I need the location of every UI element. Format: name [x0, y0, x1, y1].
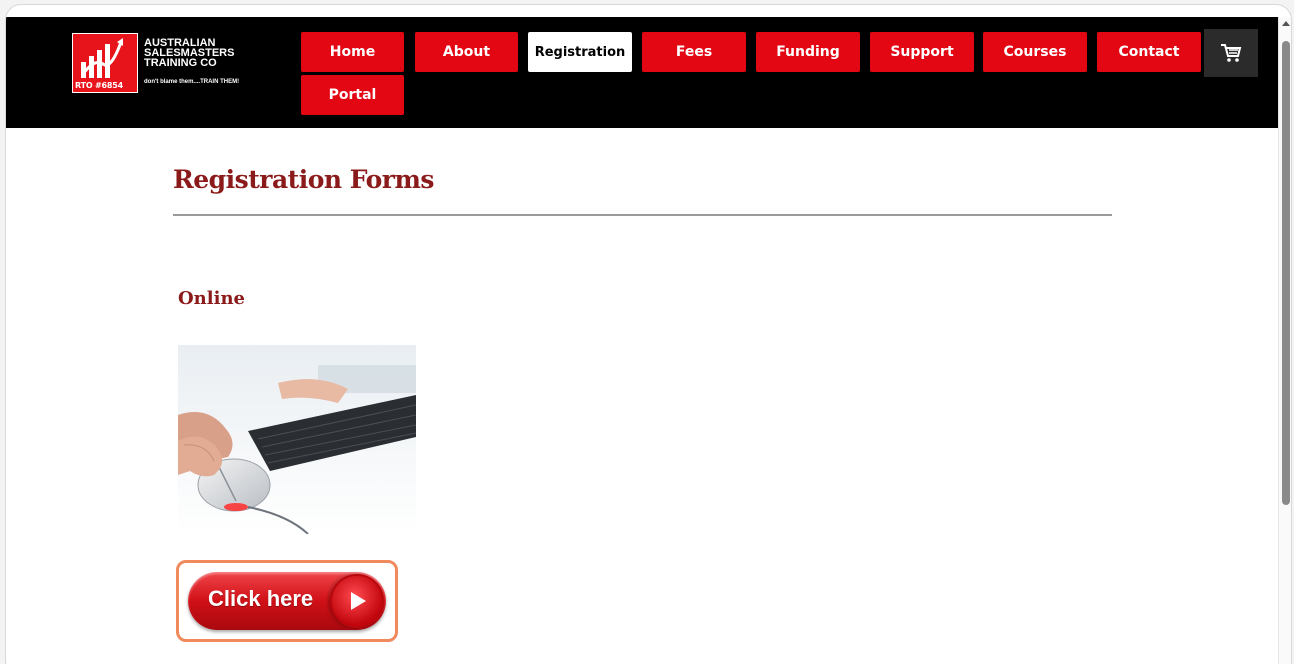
scroll-thumb[interactable] [1282, 41, 1290, 505]
click-here-button[interactable]: Click here [188, 572, 386, 630]
site-logo[interactable]: RTO #6854 AUSTRALIAN SALESMASTERS TRAINI… [72, 33, 262, 93]
click-here-label: Click here [208, 586, 314, 611]
nav-contact[interactable]: Contact [1097, 32, 1201, 72]
nav-about[interactable]: About [415, 32, 518, 72]
logo-rto: RTO #6854 [75, 81, 124, 90]
cart-icon [1221, 44, 1242, 62]
nav-funding[interactable]: Funding [756, 32, 860, 72]
title-divider [173, 214, 1112, 216]
nav-fees[interactable]: Fees [642, 32, 746, 72]
cart-button[interactable] [1204, 29, 1258, 77]
online-registration-photo [178, 345, 416, 534]
nav-registration[interactable]: Registration [528, 32, 632, 72]
page-title: Registration Forms [173, 165, 435, 194]
vertical-scrollbar[interactable] [1278, 17, 1291, 664]
site-header: RTO #6854 AUSTRALIAN SALESMASTERS TRAINI… [6, 17, 1278, 128]
click-here-highlight[interactable]: Click here [176, 560, 398, 642]
logo-tagline: don't blame them....TRAIN THEM! [144, 79, 240, 85]
scroll-up-icon[interactable] [1282, 21, 1290, 26]
nav-home[interactable]: Home [301, 32, 404, 72]
play-icon [330, 574, 384, 628]
logo-company-name: AUSTRALIAN SALESMASTERS TRAINING CO [144, 37, 235, 69]
nav-courses[interactable]: Courses [983, 32, 1087, 72]
nav-portal[interactable]: Portal [301, 75, 404, 115]
logo-mark: RTO #6854 [72, 33, 138, 93]
browser-viewport: RTO #6854 AUSTRALIAN SALESMASTERS TRAINI… [5, 4, 1292, 664]
section-heading-online: Online [178, 288, 245, 309]
nav-support[interactable]: Support [870, 32, 974, 72]
